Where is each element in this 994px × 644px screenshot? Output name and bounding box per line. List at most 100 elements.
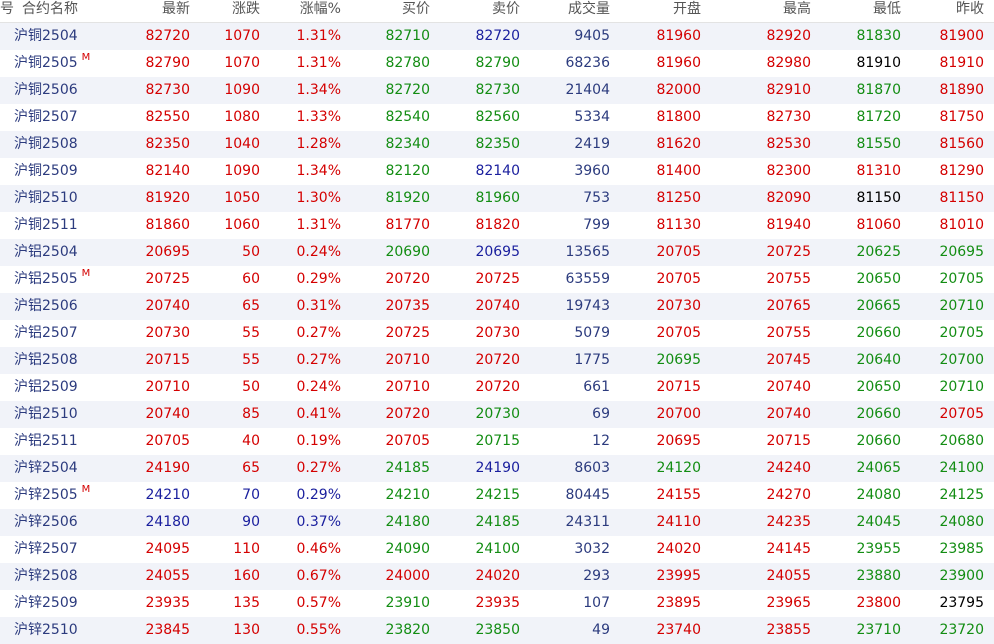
contract-name[interactable]: 沪铜2507 [11, 104, 111, 131]
contract-name-text: 沪铝2505 [14, 271, 78, 287]
change: 50 [242, 244, 260, 260]
row-index [0, 185, 11, 212]
contract-name[interactable]: 沪锌2509 [11, 590, 111, 617]
change: 65 [242, 298, 260, 314]
header-last[interactable]: 最新 [111, 0, 190, 22]
contract-name[interactable]: 沪铜2508 [11, 131, 111, 158]
open-price: 24110 [656, 514, 701, 530]
contract-name[interactable]: 沪锌2506 [11, 509, 111, 536]
contract-name[interactable]: 沪锌2508 [11, 563, 111, 590]
table-row[interactable]: 沪铝2508 20715 55 0.27% 20710 20720 1775 20695 207… [0, 347, 994, 374]
high-price: 82090 [766, 190, 811, 206]
contract-name[interactable]: 沪锌2507 [11, 536, 111, 563]
table-row[interactable]: 沪铜2507 82550 1080 1.33% 82540 82560 5334 81800 8… [0, 104, 994, 131]
table-row[interactable]: 沪锌2510 23845 130 0.55% 23820 23850 49 23740 2385… [0, 617, 994, 644]
table-row[interactable]: 沪铜2510 81920 1050 1.30% 81920 81960 753 81250 82… [0, 185, 994, 212]
contract-name[interactable]: 沪铜2509 [11, 158, 111, 185]
contract-name[interactable]: 沪锌2510 [11, 617, 111, 644]
contract-name[interactable]: 沪铜2510 [11, 185, 111, 212]
high-price: 82530 [766, 136, 811, 152]
table-row[interactable]: 沪铜2506 82730 1090 1.34% 82720 82730 21404 82000… [0, 77, 994, 104]
row-index [0, 212, 11, 239]
contract-name[interactable]: 沪铝2506 [11, 293, 111, 320]
contract-name[interactable]: 沪铝2507 [11, 320, 111, 347]
header-change-pct[interactable]: 涨幅% [260, 0, 341, 22]
volume: 63559 [565, 271, 610, 287]
contract-name[interactable]: 沪锌2504 [11, 455, 111, 482]
contract-name[interactable]: 沪锌2505 M [11, 482, 111, 509]
ask-price: 24215 [475, 487, 520, 503]
header-open[interactable]: 开盘 [610, 0, 701, 22]
prev-close: 20710 [939, 298, 984, 314]
table-row[interactable]: 沪锌2505 M 24210 70 0.29% 24210 24215 80445 24155 2… [0, 482, 994, 509]
table-row[interactable]: 沪铝2509 20710 50 0.24% 20710 20720 661 20715 2074… [0, 374, 994, 401]
table-row[interactable]: 沪锌2509 23935 135 0.57% 23910 23935 107 23895 239… [0, 590, 994, 617]
table-row[interactable]: 沪铝2507 20730 55 0.27% 20725 20730 5079 20705 207… [0, 320, 994, 347]
high-price: 20725 [766, 244, 811, 260]
contract-name[interactable]: 沪铜2511 [11, 212, 111, 239]
header-prev-close[interactable]: 昨收 [901, 0, 994, 22]
table-row[interactable]: 沪铜2509 82140 1090 1.34% 82120 82140 3960 81400 8… [0, 158, 994, 185]
prev-close: 20695 [939, 244, 984, 260]
table-row[interactable]: 沪铝2504 20695 50 0.24% 20690 20695 13565 20705 20… [0, 239, 994, 266]
last-price: 82790 [145, 55, 190, 71]
contract-name[interactable]: 沪铝2505 M [11, 266, 111, 293]
table-row[interactable]: 沪锌2508 24055 160 0.67% 24000 24020 293 23995 240… [0, 563, 994, 590]
row-index [0, 239, 11, 266]
header-index[interactable]: 号 [0, 0, 14, 22]
table-row[interactable]: 沪铜2505 M 82790 1070 1.31% 82780 82790 68236 8196… [0, 50, 994, 77]
header-bid[interactable]: 买价 [341, 0, 430, 22]
open-price: 81620 [656, 136, 701, 152]
change-pct: 1.33% [296, 109, 341, 125]
table-row[interactable]: 沪铝2511 20705 40 0.19% 20705 20715 12 20695 20715… [0, 428, 994, 455]
contract-name[interactable]: 沪铝2509 [11, 374, 111, 401]
change-pct: 0.41% [296, 406, 341, 422]
header-change[interactable]: 涨跌 [190, 0, 260, 22]
contract-name[interactable]: 沪铝2508 [11, 347, 111, 374]
ask-price: 24190 [475, 460, 520, 476]
header-name[interactable]: 合约名称 [11, 0, 111, 22]
header-low[interactable]: 最低 [811, 0, 901, 22]
contract-name-text: 沪铜2507 [14, 109, 78, 125]
header-volume[interactable]: 成交量 [520, 0, 610, 22]
contract-name-text: 沪锌2507 [14, 541, 78, 557]
open-price: 81250 [656, 190, 701, 206]
table-row[interactable]: 沪锌2506 24180 90 0.37% 24180 24185 24311 24110 24… [0, 509, 994, 536]
table-row[interactable]: 沪铜2504 82720 1070 1.31% 82710 82720 9405 81960 8… [0, 23, 994, 50]
volume: 21404 [565, 82, 610, 98]
change: 160 [233, 568, 260, 584]
contract-name[interactable]: 沪铜2505 M [11, 50, 111, 77]
table-row[interactable]: 沪铝2506 20740 65 0.31% 20735 20740 19743 20730 20… [0, 293, 994, 320]
open-price: 81960 [656, 55, 701, 71]
header-high[interactable]: 最高 [701, 0, 811, 22]
last-price: 23845 [145, 622, 190, 638]
quote-table: 号合约名称 最新 涨跌 涨幅% 买价 卖价 成交量 开盘 最高 最低 昨收 沪铜2504 82720 1… [0, 0, 994, 644]
bid-price: 23910 [385, 595, 430, 611]
bid-price: 20710 [385, 379, 430, 395]
high-price: 82300 [766, 163, 811, 179]
contract-name[interactable]: 沪铝2504 [11, 239, 111, 266]
change: 60 [242, 271, 260, 287]
table-row[interactable]: 沪铜2508 82350 1040 1.28% 82340 82350 2419 81620 8… [0, 131, 994, 158]
table-row[interactable]: 沪锌2504 24190 65 0.27% 24185 24190 8603 24120 242… [0, 455, 994, 482]
bid-price: 23820 [385, 622, 430, 638]
change-pct: 0.24% [296, 379, 341, 395]
prev-close: 20705 [939, 271, 984, 287]
table-row[interactable]: 沪锌2507 24095 110 0.46% 24090 24100 3032 24020 24… [0, 536, 994, 563]
low-price: 20660 [856, 325, 901, 341]
ask-price: 82350 [475, 136, 520, 152]
high-price: 20715 [766, 433, 811, 449]
contract-name[interactable]: 沪铝2511 [11, 428, 111, 455]
ask-price: 20730 [475, 325, 520, 341]
table-row[interactable]: 沪铝2510 20740 85 0.41% 20720 20730 69 20700 20740… [0, 401, 994, 428]
contract-name[interactable]: 沪铜2504 [11, 23, 111, 50]
contract-name[interactable]: 沪铜2506 [11, 77, 111, 104]
prev-close: 81910 [939, 55, 984, 71]
table-row[interactable]: 沪铜2511 81860 1060 1.31% 81770 81820 799 81130 81… [0, 212, 994, 239]
open-price: 81800 [656, 109, 701, 125]
open-price: 20705 [656, 244, 701, 260]
header-ask[interactable]: 卖价 [430, 0, 520, 22]
table-row[interactable]: 沪铝2505 M 20725 60 0.29% 20720 20725 63559 20705 2… [0, 266, 994, 293]
contract-name[interactable]: 沪铝2510 [11, 401, 111, 428]
prev-close: 81150 [939, 190, 984, 206]
